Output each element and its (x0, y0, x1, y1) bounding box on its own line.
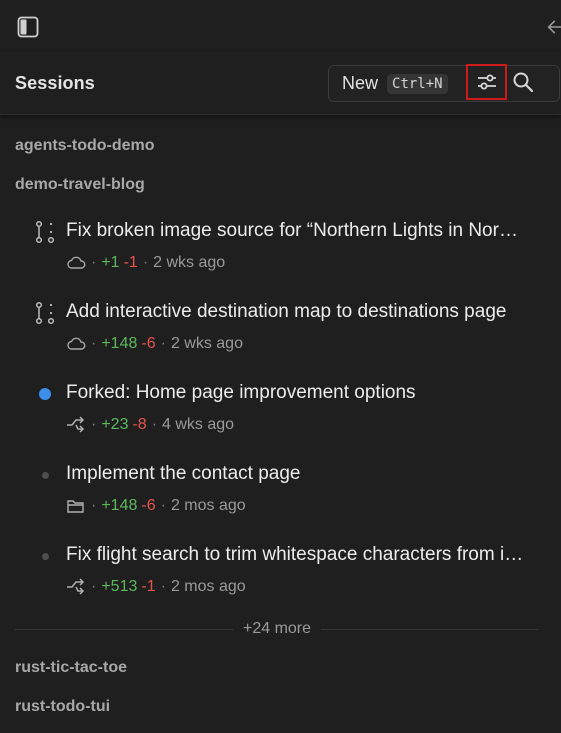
session-title: Fix broken image source for “Northern Li… (66, 220, 531, 241)
session-time: 2 wks ago (153, 254, 226, 271)
session-list[interactable]: agents-todo-demo demo-travel-blog Fix br… (0, 115, 561, 733)
group-agents-todo-demo[interactable]: agents-todo-demo (15, 137, 155, 155)
pull-request-icon (31, 300, 59, 326)
folder-icon (66, 497, 86, 515)
lines-removed: -6 (141, 335, 156, 352)
filter-sliders-icon[interactable] (466, 64, 507, 100)
lines-added: +148 (101, 335, 138, 352)
session-meta: · +23 -8 · 4 wks ago (66, 416, 234, 434)
branch-icon (66, 416, 86, 434)
session-item[interactable]: Add interactive destination map to desti… (0, 298, 561, 376)
divider (321, 628, 540, 630)
group-rust-todo-tui[interactable]: rust-todo-tui (15, 698, 110, 716)
show-more-sessions[interactable]: +24 more (15, 617, 540, 641)
group-demo-travel-blog[interactable]: demo-travel-blog (15, 176, 145, 194)
session-title: Fix flight search to trim whitespace cha… (66, 544, 531, 565)
shortcut-badge: Ctrl+N (387, 73, 448, 94)
top-bar (0, 0, 561, 52)
idle-dot-icon (31, 543, 59, 569)
pull-request-icon (31, 219, 59, 245)
more-label: +24 more (242, 620, 312, 637)
session-title: Forked: Home page improvement options (66, 382, 416, 403)
session-item[interactable]: Forked: Home page improvement options · … (0, 379, 561, 457)
divider (15, 628, 233, 630)
group-rust-tic-tac-toe[interactable]: rust-tic-tac-toe (15, 659, 127, 677)
session-meta: · +148 -6 · 2 mos ago (66, 497, 246, 515)
session-time: 2 wks ago (170, 335, 243, 352)
lines-removed: -1 (123, 254, 138, 271)
session-meta: · +148 -6 · 2 wks ago (66, 335, 243, 353)
session-time: 4 wks ago (162, 416, 235, 433)
search-icon[interactable] (510, 68, 536, 96)
session-title: Add interactive destination map to desti… (66, 301, 507, 322)
unread-dot-icon (31, 381, 59, 407)
new-label: New (342, 73, 379, 93)
session-title: Implement the contact page (66, 463, 301, 484)
lines-added: +513 (101, 578, 138, 595)
lines-removed: -6 (141, 497, 156, 514)
session-time: 2 mos ago (170, 497, 246, 514)
session-meta: · +513 -1 · 2 mos ago (66, 578, 246, 596)
session-meta: · +1 -1 · 2 wks ago (66, 254, 225, 272)
lines-added: +23 (101, 416, 129, 433)
sidebar-toggle-icon[interactable] (15, 14, 41, 40)
lines-removed: -8 (132, 416, 147, 433)
cloud-icon (66, 335, 86, 353)
session-time: 2 mos ago (170, 578, 246, 595)
cloud-icon (66, 254, 86, 272)
branch-icon (66, 578, 86, 596)
new-session-button[interactable]: New Ctrl+N (329, 66, 466, 101)
session-item[interactable]: Implement the contact page · +148 -6 · 2… (0, 460, 561, 538)
lines-removed: -1 (141, 578, 156, 595)
session-item[interactable]: Fix flight search to trim whitespace cha… (0, 541, 561, 619)
session-item[interactable]: Fix broken image source for “Northern Li… (0, 217, 561, 295)
lines-added: +1 (101, 254, 120, 271)
page-title: Sessions (15, 73, 95, 93)
lines-added: +148 (101, 497, 138, 514)
arrow-left-icon[interactable] (544, 14, 561, 40)
idle-dot-icon (31, 462, 59, 488)
